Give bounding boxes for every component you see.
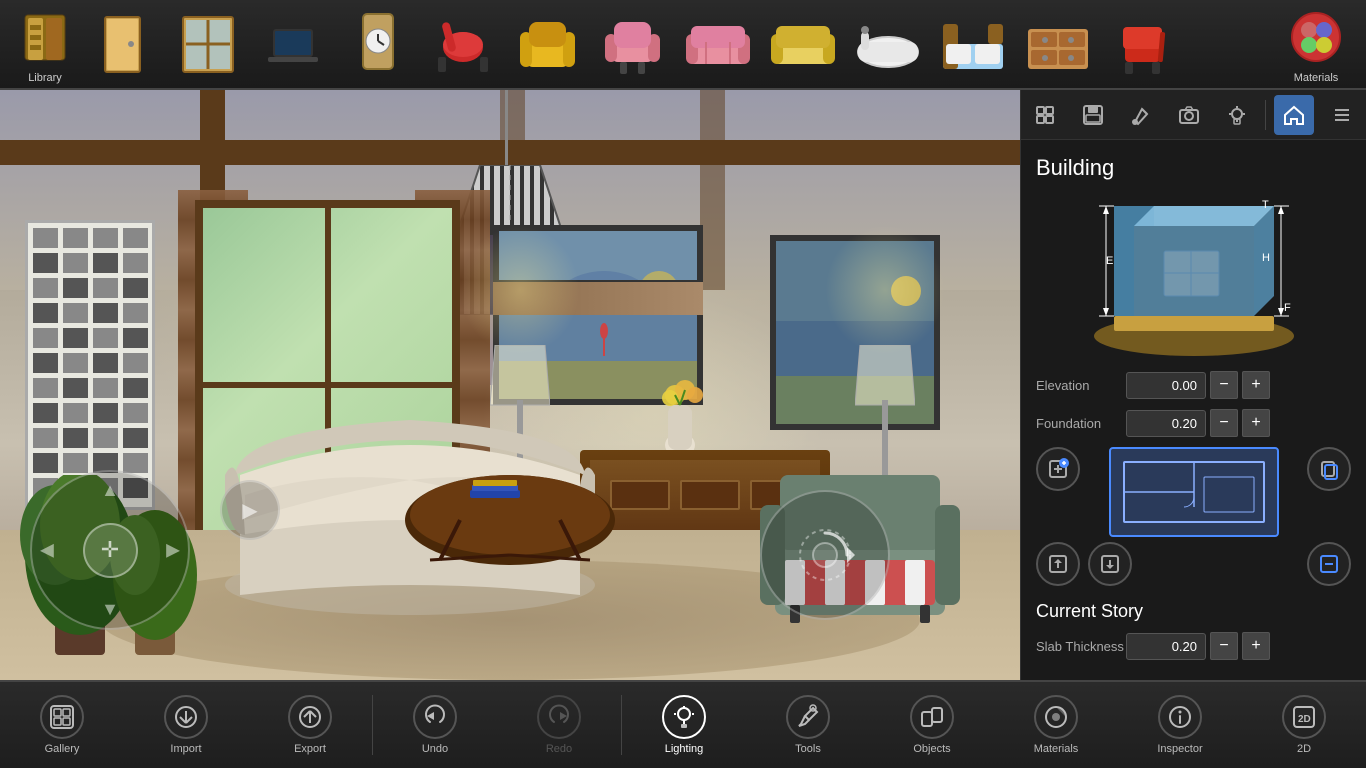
yellow-armchair-item[interactable]: [505, 12, 590, 77]
svg-text:F: F: [1284, 302, 1291, 314]
slab-decrease-btn[interactable]: −: [1210, 632, 1238, 660]
add-storey-btn[interactable]: [1036, 447, 1080, 491]
objects-button[interactable]: Objects: [870, 682, 994, 768]
main-viewport[interactable]: ✛ ▲ ▼ ◀ ▶ ▶: [0, 90, 1020, 680]
undo-label: Undo: [422, 743, 448, 755]
clock-item[interactable]: [335, 12, 420, 77]
library-label: Library: [28, 72, 62, 84]
slab-thickness-input[interactable]: [1126, 633, 1206, 660]
red-chair2-item[interactable]: [1100, 12, 1185, 77]
import-button[interactable]: Import: [124, 682, 248, 768]
laptop-item[interactable]: [250, 12, 335, 77]
lighting-icon: [662, 695, 706, 739]
remove-storey-btn[interactable]: [1307, 542, 1351, 586]
import-label: Import: [170, 743, 201, 755]
undo-icon: [413, 695, 457, 739]
dresser-item[interactable]: [1015, 12, 1100, 77]
inspector-icon: [1158, 695, 1202, 739]
slab-thickness-row: Slab Thickness − +: [1036, 632, 1351, 660]
elevation-decrease-btn[interactable]: −: [1210, 371, 1238, 399]
elevation-increase-btn[interactable]: +: [1242, 371, 1270, 399]
foundation-decrease-btn[interactable]: −: [1210, 409, 1238, 437]
2d-button[interactable]: 2D 2D: [1242, 682, 1366, 768]
materials-bottom-label: Materials: [1034, 743, 1079, 755]
foundation-row: Foundation − +: [1036, 409, 1351, 437]
building-title: Building: [1036, 155, 1351, 181]
current-story-title: Current Story: [1036, 601, 1351, 622]
materials-button[interactable]: Materials: [994, 682, 1118, 768]
redo-icon: [537, 695, 581, 739]
materials-top-label: Materials: [1294, 72, 1339, 84]
materials-top-button[interactable]: Materials: [1276, 5, 1356, 84]
panel-toolbar: [1021, 90, 1366, 140]
bed-item[interactable]: [930, 12, 1015, 77]
foundation-input[interactable]: [1126, 410, 1206, 437]
copy-storey-btn[interactable]: [1307, 447, 1351, 491]
action-buttons-row2: [1036, 542, 1351, 586]
paint-tool[interactable]: [1121, 95, 1161, 135]
inspector-button[interactable]: Inspector: [1118, 682, 1242, 768]
gallery-label: Gallery: [45, 743, 80, 755]
select-tool[interactable]: [1025, 95, 1065, 135]
2d-label: 2D: [1297, 743, 1311, 755]
floor-plan-thumbnail[interactable]: [1109, 447, 1279, 537]
bathtub-item[interactable]: [845, 12, 930, 77]
tools-button[interactable]: Tools: [746, 682, 870, 768]
home-tool[interactable]: [1274, 95, 1314, 135]
objects-label: Objects: [913, 743, 950, 755]
bottom-toolbar: Gallery Import Export: [0, 680, 1366, 768]
light-tool[interactable]: [1217, 95, 1257, 135]
elevation-row: Elevation − +: [1036, 371, 1351, 399]
pink-chair-item[interactable]: [590, 12, 675, 77]
export-label: Export: [294, 743, 326, 755]
export-icon: [288, 695, 332, 739]
materials-bottom-icon: [1034, 695, 1078, 739]
svg-text:E: E: [1106, 255, 1113, 267]
elevation-label: Elevation: [1036, 378, 1126, 393]
foundation-label: Foundation: [1036, 416, 1126, 431]
door-item[interactable]: [80, 12, 165, 77]
room-scene[interactable]: ✛ ▲ ▼ ◀ ▶ ▶: [0, 90, 1020, 680]
elevation-input[interactable]: [1126, 372, 1206, 399]
gallery-button[interactable]: Gallery: [0, 682, 124, 768]
objects-icon: [910, 695, 954, 739]
inspector-label: Inspector: [1157, 743, 1202, 755]
redo-button[interactable]: Redo: [497, 682, 621, 768]
move-up-btn[interactable]: [1036, 542, 1080, 586]
tools-label: Tools: [795, 743, 821, 755]
pink-sofa-item[interactable]: [675, 12, 760, 77]
slab-thickness-label: Slab Thickness: [1036, 639, 1126, 654]
action-buttons-row: [1036, 447, 1351, 537]
redo-label: Redo: [546, 743, 572, 755]
right-panel: Building: [1020, 90, 1366, 680]
tools-icon: [786, 695, 830, 739]
yellow-sofa-item[interactable]: [760, 12, 845, 77]
foundation-increase-btn[interactable]: +: [1242, 409, 1270, 437]
svg-text:T: T: [1262, 199, 1269, 211]
list-tool[interactable]: [1322, 95, 1362, 135]
library-button[interactable]: Library: [10, 5, 80, 84]
nav-arrow-forward[interactable]: ▶: [220, 480, 280, 540]
undo-button[interactable]: Undo: [373, 682, 497, 768]
svg-text:2D: 2D: [1298, 714, 1311, 725]
navigation-joystick-left[interactable]: ✛ ▲ ▼ ◀ ▶: [30, 470, 190, 630]
window-item[interactable]: [165, 12, 250, 77]
export-button[interactable]: Export: [248, 682, 372, 768]
building-panel: Building: [1021, 140, 1366, 680]
building-3d-diagram: T H E F: [1074, 196, 1314, 366]
gallery-icon: [40, 695, 84, 739]
slab-increase-btn[interactable]: +: [1242, 632, 1270, 660]
camera-tool[interactable]: [1169, 95, 1209, 135]
import-icon: [164, 695, 208, 739]
2d-icon: 2D: [1282, 695, 1326, 739]
save-tool[interactable]: [1073, 95, 1113, 135]
rotation-handle[interactable]: [760, 490, 890, 620]
red-chair-item[interactable]: [420, 12, 505, 77]
lighting-button[interactable]: Lighting: [622, 682, 746, 768]
move-down-btn[interactable]: [1088, 542, 1132, 586]
svg-text:H: H: [1262, 252, 1270, 264]
top-toolbar: Library: [0, 0, 1366, 90]
lighting-label: Lighting: [665, 743, 704, 755]
